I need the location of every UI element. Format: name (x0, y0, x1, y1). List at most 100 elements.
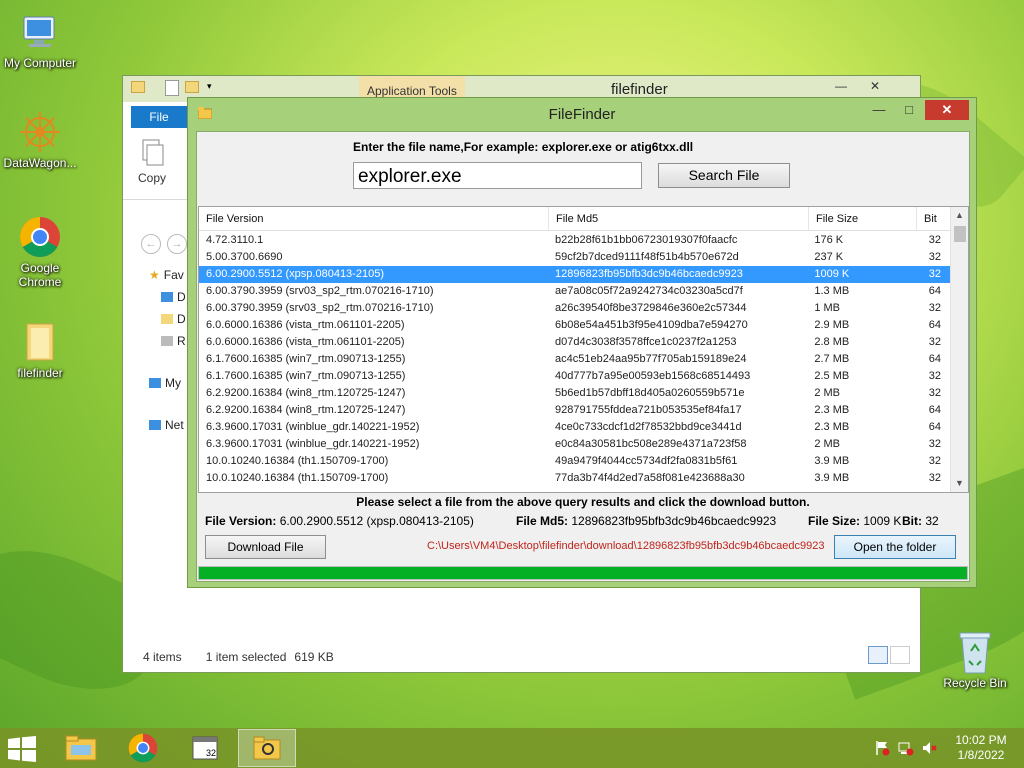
desktop-icon-filefinder[interactable]: filefinder (0, 320, 80, 380)
result-row[interactable]: 6.1.7600.16385 (win7_rtm.090713-1255) ac4… (199, 351, 951, 368)
result-row[interactable]: 6.3.9600.17031 (winblue_gdr.140221-1952)… (199, 419, 951, 436)
results-list[interactable]: File Version File Md5 File Size Bit 4.72… (198, 206, 969, 493)
close-button[interactable]: ✕ (925, 100, 969, 120)
cell-file-md5: 928791755fddea721b053535ef84fa17 (555, 404, 742, 416)
cell-file-size: 2.3 MB (814, 421, 850, 433)
cell-file-md5: b22b28f61b1bb06723019307f0faacfc (555, 234, 738, 246)
cell-file-version: 6.00.3790.3959 (srv03_sp2_rtm.070216-171… (206, 302, 434, 314)
result-row[interactable]: 6.00.3790.3959 (srv03_sp2_rtm.070216-171… (199, 300, 951, 317)
maximize-button[interactable]: □ (895, 100, 923, 120)
cell-file-version: 10.0.10240.16384 (th1.150709-1700) (206, 472, 389, 484)
cell-file-size: 3.9 MB (814, 455, 850, 467)
cell-file-md5: 5b6ed1b57dbff18d405a0260559b571e (555, 387, 745, 399)
cell-bit: 32 (928, 251, 941, 263)
filename-input[interactable]: explorer.exe (353, 162, 642, 189)
nav-item-my-computer[interactable]: My (123, 372, 189, 394)
taskbar-app[interactable]: 32 (176, 729, 234, 767)
copy-icon (142, 139, 164, 166)
cell-file-size: 237 K (814, 251, 844, 263)
status-bar: 4 items 1 item selected 619 KB (123, 642, 920, 672)
result-row[interactable]: 6.1.7600.16385 (win7_rtm.090713-1255) 40d… (199, 368, 951, 385)
network-icon[interactable] (898, 740, 914, 756)
column-header-file-size[interactable]: File Size (809, 207, 917, 230)
properties-icon[interactable] (165, 80, 179, 96)
file-explorer-icon (65, 735, 97, 761)
cell-file-version: 6.0.6000.16386 (vista_rtm.061101-2205) (206, 336, 405, 348)
taskbar-google-chrome[interactable] (114, 729, 172, 767)
new-folder-icon[interactable] (185, 81, 199, 93)
minimize-button[interactable]: — (865, 100, 893, 120)
desktop-icon-datawagon[interactable]: DataWagon... (0, 110, 80, 170)
nav-item[interactable]: R (123, 330, 189, 352)
nav-item[interactable]: D (123, 286, 189, 308)
result-row[interactable]: 10.0.10240.16384 (th1.150709-1700) 49a947… (199, 453, 951, 470)
nav-item-favorites[interactable]: ★ Fav (123, 264, 189, 286)
filefinder-window[interactable]: FileFinder — □ ✕ Enter the file name,For… (187, 97, 977, 588)
result-row[interactable]: 6.00.3790.3959 (srv03_sp2_rtm.070216-171… (199, 283, 951, 300)
large-icons-view-button[interactable] (890, 646, 910, 664)
desktop-icon-my-computer[interactable]: My Computer (0, 10, 80, 70)
cell-file-version: 6.2.9200.16384 (win8_rtm.120725-1247) (206, 387, 406, 399)
result-row[interactable]: 6.0.6000.16386 (vista_rtm.061101-2205) 6b… (199, 317, 951, 334)
cell-file-size: 2.8 MB (814, 336, 850, 348)
file-tab[interactable]: File (131, 106, 187, 128)
forward-button[interactable]: → (167, 234, 187, 254)
scroll-up-arrow[interactable]: ▲ (951, 207, 968, 224)
search-file-button[interactable]: Search File (658, 163, 790, 188)
result-row[interactable]: 5.00.3700.6690 59cf2b7dced9111f48f51b4b57… (199, 249, 951, 266)
action-center-flag-icon[interactable] (874, 740, 890, 756)
cell-file-version: 6.1.7600.16385 (win7_rtm.090713-1255) (206, 353, 406, 365)
cell-file-version: 6.3.9600.17031 (winblue_gdr.140221-1952) (206, 421, 420, 433)
results-scrollbar[interactable]: ▲ ▼ (950, 207, 968, 492)
cell-file-version: 6.00.3790.3959 (srv03_sp2_rtm.070216-171… (206, 285, 434, 297)
column-header-file-version[interactable]: File Version (199, 207, 549, 230)
selected-file-size: File Size: 1009 K (808, 514, 902, 528)
cell-file-size: 3.9 MB (814, 472, 850, 484)
folder-icon (18, 320, 62, 364)
result-row[interactable]: 4.72.3110.1 b22b28f61b1bb06723019307f0faa… (199, 232, 951, 249)
cell-file-size: 176 K (814, 234, 844, 246)
cell-bit: 64 (928, 353, 941, 365)
download-file-button[interactable]: Download File (205, 535, 326, 559)
column-header-bit[interactable]: Bit (917, 207, 953, 230)
cell-file-size: 2 MB (814, 387, 841, 399)
taskbar-filefinder[interactable] (238, 729, 296, 767)
results-header: File Version File Md5 File Size Bit (199, 207, 968, 231)
nav-item[interactable]: D (123, 308, 189, 330)
cell-file-md5: 40d777b7a95e00593eb1568c68514493 (555, 370, 751, 382)
result-row[interactable]: 6.2.9200.16384 (win8_rtm.120725-1247) 928… (199, 402, 951, 419)
chevron-down-icon[interactable]: ▾ (207, 81, 212, 92)
system-clock[interactable]: 10:02 PM 1/8/2022 (946, 733, 1016, 763)
selected-file-bit: Bit: 32 (902, 514, 939, 528)
nav-item-network[interactable]: Net (123, 414, 189, 436)
filefinder-title-bar[interactable]: FileFinder — □ ✕ (188, 98, 976, 130)
minimize-button[interactable]: — (827, 76, 855, 96)
open-folder-button[interactable]: Open the folder (834, 535, 956, 559)
back-button[interactable]: ← (141, 234, 161, 254)
cell-file-md5: e0c84a30581bc508e289e4371a723f58 (555, 438, 747, 450)
results-rows: 4.72.3110.1 b22b28f61b1bb06723019307f0faa… (199, 232, 951, 487)
column-header-file-md5[interactable]: File Md5 (549, 207, 809, 230)
desktop-icon-recycle-bin[interactable]: Recycle Bin (935, 630, 1015, 690)
taskbar-file-explorer[interactable] (52, 729, 110, 767)
cell-file-md5: ae7a08c05f72a9242734c03230a5cd7f (555, 285, 743, 297)
result-row[interactable]: 6.3.9600.17031 (winblue_gdr.140221-1952)… (199, 436, 951, 453)
desktop-icon-google-chrome[interactable]: Google Chrome (0, 215, 80, 289)
computer-icon (18, 10, 62, 54)
details-view-button[interactable] (868, 646, 888, 664)
volume-muted-icon[interactable] (922, 740, 938, 756)
result-row[interactable]: 10.0.10240.16384 (th1.150709-1700) 77da3b… (199, 470, 951, 487)
scroll-thumb[interactable] (954, 226, 966, 242)
scroll-down-arrow[interactable]: ▼ (951, 475, 968, 492)
cell-bit: 32 (928, 455, 941, 467)
result-row[interactable]: 6.2.9200.16384 (win8_rtm.120725-1247) 5b6… (199, 385, 951, 402)
copy-button[interactable]: Copy (137, 138, 167, 185)
navigation-pane: ★ Fav D D R My Net (123, 264, 189, 684)
close-button[interactable]: ✕ (861, 76, 889, 96)
result-row[interactable]: 6.00.2900.5512 (xpsp.080413-2105) 1289682… (199, 266, 951, 283)
cell-bit: 64 (928, 421, 941, 433)
cell-file-size: 2 MB (814, 438, 841, 450)
start-button[interactable] (8, 736, 40, 762)
result-row[interactable]: 6.0.6000.16386 (vista_rtm.061101-2205) d0… (199, 334, 951, 351)
cell-bit: 64 (928, 404, 941, 416)
